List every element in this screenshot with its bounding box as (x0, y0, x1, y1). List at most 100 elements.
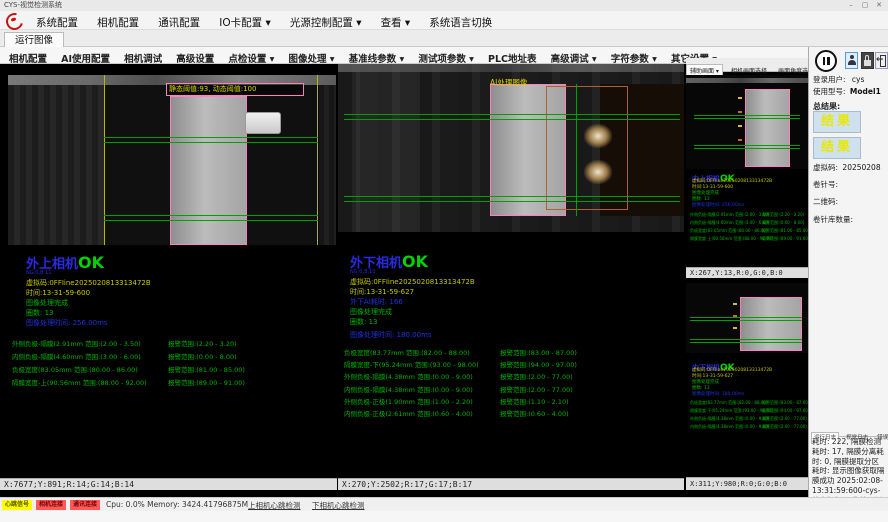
measurement-row: 外侧负极-正极(1.90mm 范围:(1.00 - 2.20) (344, 396, 473, 406)
aux2-pixel-coords: X:311;Y:980;R:0;G:0;B:0 (686, 477, 808, 490)
app-logo-icon (5, 12, 21, 28)
mini-measurement-row: 内侧负极-隔膜(4.60mm 范围:(3.00 - 6.00) (690, 220, 769, 226)
left-process-done: 图像处理完成 (26, 298, 68, 308)
log-tab-bar: 运行日志 视觉日志 错误日志 (811, 424, 887, 437)
tool-test-params[interactable]: 测试项参数 ▾ (418, 52, 474, 64)
aux1-pixel-coords: X:267,Y:13,R:0,G:0,B:0 (686, 267, 808, 278)
minimize-icon[interactable]: – (844, 0, 858, 11)
left-time: 时间:13-31-59-600 (26, 288, 90, 298)
measurement-row: 内侧负极-隔膜(4.38mm 范围:(0.00 - 9.00) (344, 384, 473, 394)
green-guide-line (690, 320, 802, 321)
measurement-row: 负极宽度(83.05mm 范围:(80.00 - 86.00) (12, 364, 138, 374)
aux-camera-image-2[interactable] (686, 283, 808, 353)
alarm-range: 报警范围:(89.00 - 91.00) (168, 377, 245, 387)
tool-ai-config[interactable]: AI使用配置 (61, 52, 110, 64)
machine-left-texture (8, 85, 104, 245)
left-loop-count: 圈数: 13 (26, 308, 54, 318)
green-guide-line (344, 114, 680, 115)
green-guide-line (694, 118, 800, 119)
green-guide-line (690, 317, 802, 318)
login-user-label: 登录用户: (813, 75, 846, 84)
middle-barcode: 虚拟码:0FFIine2025020813313472B (350, 277, 475, 287)
virtual-code-row: 虚拟码: 20250208 (813, 162, 881, 173)
alarm-range: 报警范围:(1.10 - 2.10) (500, 396, 569, 406)
alarm-range: 报警范围:(81.00 - 85.00) (168, 364, 245, 374)
mini-measurement-row: 内侧负极-隔膜(4.38mm 范围:(0.00 - 9.00) (690, 424, 769, 430)
green-guide-line (690, 342, 802, 343)
green-guide-line (694, 115, 800, 116)
logout-button[interactable]: ← (875, 52, 888, 69)
mini-measurement-row: 外侧负极-隔膜(4.38mm 范围:(0.00 - 9.00) (690, 416, 769, 422)
aux-tab-bar: 辅助画面 ▾ 相机画面选择 画面角度选择 (686, 58, 808, 72)
tool-advanced-settings[interactable]: 高级设置 (176, 52, 214, 64)
bright-reflection (584, 160, 612, 184)
left-camera-image[interactable]: 静态阈值:93, 动态阈值:100 (8, 75, 336, 245)
tool-baseline-params[interactable]: 基准线参数 ▾ (349, 52, 405, 64)
user-button[interactable] (845, 52, 858, 69)
tool-plc-address[interactable]: PLC地址表 (488, 52, 537, 64)
green-guide-line (344, 201, 680, 202)
mini-measurement-row: 负极宽度(83.05mm 范围:(80.00 - 86.00) (690, 228, 767, 234)
mini-alarm-range: 报警范围:(83.00 - 87.00) (762, 400, 809, 406)
tool-camera-debug[interactable]: 相机调试 (124, 52, 162, 64)
weld-fleck (738, 97, 742, 99)
green-guide-line (344, 119, 680, 120)
model-value[interactable]: Model1 (850, 87, 881, 96)
lock-icon (864, 60, 871, 66)
exit-arrow-icon: ← (876, 56, 884, 65)
upper-camera-heartbeat: 上相机心跳检测 (248, 500, 301, 511)
login-user-value: cys (852, 75, 864, 84)
aux-camera-image-1[interactable] (686, 75, 808, 169)
measurement-row: 外侧负极-隔膜(4.38mm 范围:(0.00 - 9.00) (344, 371, 473, 381)
bottom-filler (0, 511, 888, 522)
mini-measurement-row: 负极宽度(83.77mm 范围:(82.00 - 88.00) (690, 400, 767, 406)
weld-fleck (733, 327, 737, 329)
measurement-row: 内侧负极-正极(2.61mm 范围:(0.60 - 4.00) (344, 408, 473, 418)
gripper-clip (245, 112, 281, 134)
tab-run-image[interactable]: 运行图像 (4, 32, 64, 48)
maximize-icon[interactable]: ▢ (858, 0, 872, 11)
mini-alarm-range: 报警范围:(89.00 - 91.00) (762, 236, 809, 242)
mini-alarm-range: 报警范围:(94.00 - 97.00) (762, 408, 809, 414)
mini-alarm-range: 报警范围:(2.00 - 77.00) (762, 424, 807, 430)
middle-pixel-coords: X:270;Y:2502;R:17;G:17;B:17 (338, 478, 684, 490)
virtual-code-value: 20250208 (842, 163, 880, 172)
login-user-row: 登录用户: cys (813, 74, 864, 85)
pause-button[interactable] (815, 50, 837, 72)
lighter-column (356, 72, 420, 232)
weld-fleck (738, 111, 742, 113)
lock-button[interactable] (861, 52, 874, 69)
winding-pin-label: 卷针号: (813, 179, 838, 190)
status-bar: 心跳信号 相机连接 通讯连接 Cpu: 0.0% Memory: 3424.41… (0, 497, 888, 511)
alarm-range: 报警范围:(83.00 - 87.00) (500, 347, 577, 357)
tool-char-params[interactable]: 字符参数 ▾ (611, 52, 657, 64)
green-guide-line (104, 137, 318, 138)
left-process-time: 图像处理时间: 256.00ms (26, 318, 108, 328)
tool-advanced-debug[interactable]: 高级调试 ▾ (551, 52, 597, 64)
menu-bar: 系统配置 相机配置 通讯配置 IO卡配置 ▾ 光源控制配置 ▾ 查看 ▾ 系统语… (0, 11, 888, 30)
middle-ok-status: OK (402, 252, 428, 271)
mini-alarm-range: 报警范围:(81.00 - 85.00) (762, 228, 809, 234)
middle-process-done: 图像处理完成 (350, 307, 392, 317)
pause-icon (823, 57, 826, 65)
green-guide-line (104, 220, 318, 221)
middle-ng-info: NG:0,B:10 (350, 269, 376, 275)
alarm-range: 报警范围:(0.00 - 8.00) (168, 351, 237, 361)
tab-row: 运行图像 (0, 30, 888, 47)
roi-threshold-label: 静态阈值:93, 动态阈值:100 (166, 83, 304, 96)
heartbeat-badge: 心跳信号 (2, 500, 32, 510)
result-indicator-1: 结果 (813, 111, 861, 133)
measurement-row: 隔膜宽度-上(90.56mm 范围:(88.00 - 92.00) (12, 377, 147, 387)
tool-spot-check[interactable]: 点检设置 ▾ (228, 52, 274, 64)
left-barcode: 虚拟码:0FFIine2025020813313472B (26, 278, 151, 288)
close-icon[interactable]: ✕ (872, 0, 886, 11)
cpu-memory-text: Cpu: 0.0% Memory: 3424.41796875M (106, 500, 248, 509)
camera-connect-badge: 相机连接 (36, 500, 66, 510)
tool-camera-config[interactable]: 相机配置 (9, 52, 47, 64)
middle-camera-image[interactable]: AI处理图像 (338, 64, 684, 232)
tool-image-processing[interactable]: 图像处理 ▾ (288, 52, 334, 64)
machine-top-strip (338, 64, 684, 72)
pin-bank-count-label: 卷针库数量: (813, 214, 853, 225)
app-window: CYS-视觉检测系统 – ▢ ✕ 系统配置 相机配置 通讯配置 IO卡配置 ▾ … (0, 0, 888, 522)
weld-fleck (738, 125, 742, 127)
